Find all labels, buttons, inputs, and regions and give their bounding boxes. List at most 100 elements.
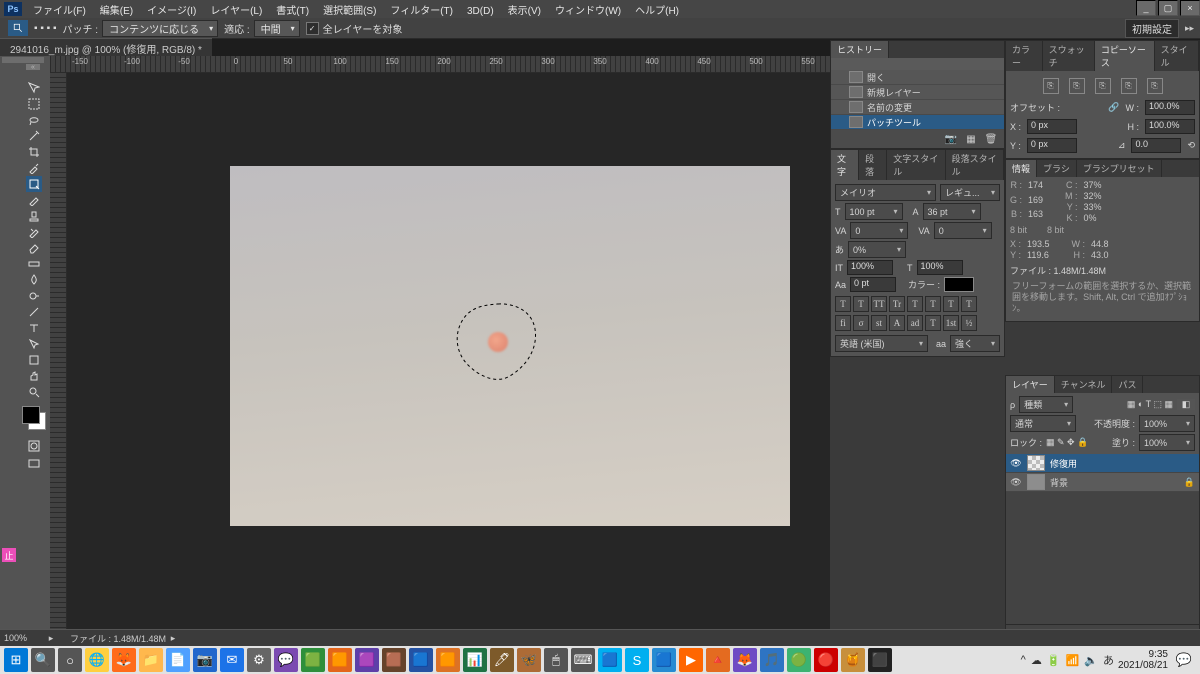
tab-カラー[interactable]: カラー — [1006, 41, 1043, 71]
menu-ウィンドウw[interactable]: ウィンドウ(W) — [548, 4, 628, 19]
taskbar-app[interactable]: 🍯 — [841, 648, 865, 672]
stamp-tool[interactable] — [26, 208, 42, 224]
taskbar-app[interactable]: 🖱 — [544, 648, 568, 672]
visibility-icon[interactable]: 👁 — [1010, 477, 1022, 488]
char-toggle[interactable]: T — [835, 296, 851, 312]
opacity-input[interactable]: 100% — [1139, 415, 1195, 432]
brush-tool[interactable] — [26, 192, 42, 208]
minimize-button[interactable]: _ — [1136, 0, 1156, 16]
menu-選択範囲s[interactable]: 選択範囲(S) — [316, 4, 383, 19]
taskbar-app[interactable]: 🦊 — [112, 648, 136, 672]
cs-y-input[interactable]: 0 px — [1027, 138, 1077, 153]
hand-tool[interactable] — [26, 368, 42, 384]
tab-文字スタイル[interactable]: 文字スタイル — [887, 150, 945, 180]
taskbar-app[interactable]: ✉ — [220, 648, 244, 672]
opentype-toggle[interactable]: A — [889, 315, 905, 331]
menu-イメージi[interactable]: イメージ(I) — [140, 4, 203, 19]
shape-tool[interactable] — [26, 352, 42, 368]
opentype-toggle[interactable]: st — [871, 315, 887, 331]
tab-コピーソース[interactable]: コピーソース — [1095, 41, 1155, 71]
taskbar-app[interactable]: S — [625, 648, 649, 672]
screenmode-toggle[interactable] — [26, 456, 42, 472]
scale-v-input[interactable]: 100% — [847, 260, 893, 275]
tab-段落[interactable]: 段落 — [859, 150, 887, 180]
tray-icon[interactable]: ^ — [1021, 654, 1026, 666]
eyedropper-tool[interactable] — [26, 160, 42, 176]
history-new-icon[interactable]: ▦ — [964, 132, 978, 146]
leading-input[interactable]: 36 pt — [923, 203, 981, 220]
taskbar-app[interactable]: ⊞ — [4, 648, 28, 672]
taskbar-app[interactable]: 🦊 — [733, 648, 757, 672]
clone-source-3[interactable]: ⎘ — [1095, 78, 1111, 94]
taskbar-app[interactable]: ⬛ — [868, 648, 892, 672]
patch-tool[interactable] — [26, 176, 42, 192]
taskbar-app[interactable]: 🌐 — [85, 648, 109, 672]
opentype-toggle[interactable]: 1st — [943, 315, 959, 331]
tray-icon[interactable]: 📶 — [1066, 654, 1080, 667]
layer-filter-toggle[interactable]: ◧ — [1177, 399, 1195, 410]
taskbar-app[interactable]: ⌨ — [571, 648, 595, 672]
taskbar-app[interactable]: 🔍 — [31, 648, 55, 672]
pen-tool[interactable] — [26, 304, 42, 320]
clone-source-5[interactable]: ⎘ — [1147, 78, 1163, 94]
cs-h-input[interactable]: 100.0% — [1145, 119, 1195, 134]
patch-mode-select[interactable]: コンテンツに応じる — [102, 20, 218, 37]
type-tool[interactable] — [26, 320, 42, 336]
fill-input[interactable]: 100% — [1139, 434, 1195, 451]
tray-icon[interactable]: 🔈 — [1084, 654, 1098, 667]
magic-wand-tool[interactable] — [26, 128, 42, 144]
tab-レイヤー[interactable]: レイヤー — [1006, 376, 1055, 393]
tray-icon[interactable]: ☁ — [1031, 654, 1042, 667]
menu-編集e[interactable]: 編集(E) — [93, 4, 140, 19]
close-button[interactable]: × — [1180, 0, 1200, 16]
layer-filter-select[interactable]: 種類 — [1019, 396, 1073, 413]
taskbar-app[interactable]: 🎵 — [760, 648, 784, 672]
layer-row[interactable]: 👁修復用 — [1006, 454, 1199, 473]
taskbar-app[interactable]: 🟧 — [436, 648, 460, 672]
gradient-tool[interactable] — [26, 256, 42, 272]
taskbar-app[interactable]: 📷 — [193, 648, 217, 672]
font-size-input[interactable]: 100 pt — [845, 203, 903, 220]
opentype-toggle[interactable]: fi — [835, 315, 851, 331]
taskbar-app[interactable]: 📄 — [166, 648, 190, 672]
menu-レイヤーl[interactable]: レイヤー(L) — [203, 4, 269, 19]
document-canvas[interactable] — [230, 166, 790, 526]
history-item[interactable]: 開く — [831, 70, 1004, 85]
char-toggle[interactable]: T — [961, 296, 977, 312]
menu-書式t[interactable]: 書式(T) — [269, 4, 316, 19]
scale-h-input[interactable]: 100% — [917, 260, 963, 275]
lasso-tool[interactable] — [26, 112, 42, 128]
blur-tool[interactable] — [26, 272, 42, 288]
marquee-tool[interactable] — [26, 96, 42, 112]
char-toggle[interactable]: TT — [871, 296, 887, 312]
taskbar-clock[interactable]: 9:35 2021/08/21 — [1118, 649, 1168, 671]
dodge-tool[interactable] — [26, 288, 42, 304]
language-select[interactable]: 英語 (米国) — [835, 335, 928, 352]
taskbar-app[interactable]: ○ — [58, 648, 82, 672]
eraser-tool[interactable] — [26, 240, 42, 256]
quickmask-toggle[interactable] — [26, 438, 42, 454]
taskbar-app[interactable]: 🔴 — [814, 648, 838, 672]
antialias-select[interactable]: 強く — [950, 335, 1000, 352]
tab-情報[interactable]: 情報 — [1006, 160, 1037, 177]
taskbar-app[interactable]: ▶ — [679, 648, 703, 672]
char-toggle[interactable]: T — [943, 296, 959, 312]
cs-rot-input[interactable]: 0.0 — [1131, 138, 1181, 153]
tab-ブラシ[interactable]: ブラシ — [1037, 160, 1077, 177]
tray-icon[interactable]: 🔋 — [1047, 654, 1061, 667]
taskbar-app[interactable]: 🟦 — [409, 648, 433, 672]
cs-x-input[interactable]: 0 px — [1027, 119, 1077, 134]
history-item[interactable]: 名前の変更 — [831, 100, 1004, 115]
toolbox-grip[interactable] — [2, 57, 44, 63]
opentype-toggle[interactable]: ½ — [961, 315, 977, 331]
tab-文字[interactable]: 文字 — [831, 150, 859, 180]
toolbox-toggle[interactable]: « — [26, 64, 40, 70]
history-snapshot-icon[interactable]: 📷 — [944, 132, 958, 146]
opentype-toggle[interactable]: ad — [907, 315, 923, 331]
all-layers-checkbox[interactable]: ✓ — [306, 22, 319, 35]
taskbar-app[interactable]: 🟧 — [328, 648, 352, 672]
taskbar-app[interactable]: 💬 — [274, 648, 298, 672]
adapt-value-select[interactable]: 中間 — [254, 20, 300, 37]
text-color-swatch[interactable] — [944, 277, 974, 292]
crop-tool[interactable] — [26, 144, 42, 160]
